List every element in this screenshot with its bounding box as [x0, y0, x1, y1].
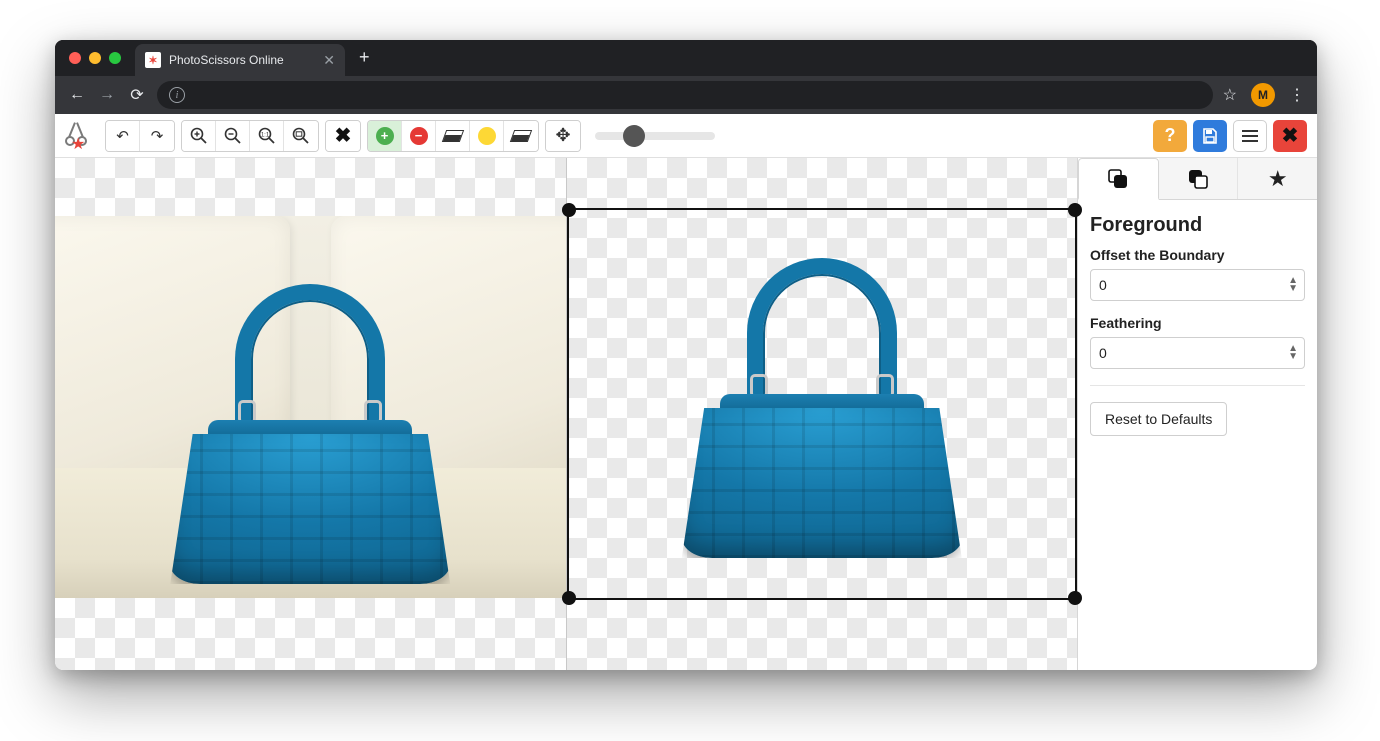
properties-tabs: ★ [1078, 158, 1317, 200]
browser-tab[interactable]: ✶ PhotoScissors Online ✕ [135, 44, 345, 76]
cutout-handbag [682, 258, 962, 558]
offset-value: 0 [1099, 277, 1107, 293]
browser-menu-icon[interactable]: ⋮ [1289, 85, 1305, 105]
crop-handle-bottom-right[interactable] [1068, 591, 1082, 605]
mark-foreground-button[interactable] [368, 121, 402, 151]
eraser-alt-button[interactable] [504, 121, 538, 151]
crop-handle-bottom-left[interactable] [562, 591, 576, 605]
panel-title: Foreground [1090, 214, 1305, 237]
workspace: ★ Foreground Offset the Boundary 0 ▲▼ Fe… [55, 158, 1317, 670]
address-bar[interactable]: i [157, 81, 1213, 109]
eraser-icon [443, 131, 463, 141]
app-logo-icon: ★ [65, 122, 93, 150]
mark-background-button[interactable] [402, 121, 436, 151]
effects-tab-icon: ★ [1268, 166, 1288, 192]
foreground-tab-icon [1106, 168, 1130, 190]
bookmark-icon[interactable]: ☆ [1223, 85, 1237, 105]
crop-handle-top-left[interactable] [562, 203, 576, 217]
window-close-icon[interactable] [69, 52, 81, 64]
reset-defaults-button[interactable]: Reset to Defaults [1090, 402, 1227, 436]
select-caret-icon: ▲▼ [1288, 277, 1296, 293]
move-tool-button[interactable]: ✥ [546, 121, 580, 151]
feathering-label: Feathering [1090, 315, 1305, 331]
reset-label: Reset to Defaults [1105, 411, 1212, 427]
offset-select[interactable]: 0 ▲▼ [1090, 269, 1305, 301]
redo-button[interactable]: ↷ [140, 121, 174, 151]
clear-group: ✖ [325, 120, 361, 152]
move-group: ✥ [545, 120, 581, 152]
zoom-out-button[interactable] [216, 121, 250, 151]
help-button[interactable]: ? [1153, 120, 1187, 152]
app-root: ★ ↶ ↷ 1:1 ✖ [55, 114, 1317, 670]
nav-forward-icon[interactable]: → [97, 86, 117, 104]
crop-rectangle[interactable] [567, 208, 1078, 600]
svg-text:1:1: 1:1 [260, 132, 269, 138]
eraser-button[interactable] [436, 121, 470, 151]
browser-window: ✶ PhotoScissors Online ✕ + ← → ⟳ i ☆ M ⋮ [55, 40, 1317, 670]
zoom-fit-button[interactable] [284, 121, 318, 151]
new-tab-button[interactable]: + [345, 47, 384, 76]
clear-marks-button[interactable]: ✖ [326, 121, 360, 151]
browser-titlebar: ✶ PhotoScissors Online ✕ + [55, 40, 1317, 76]
result-canvas[interactable] [566, 158, 1078, 670]
feathering-value: 0 [1099, 345, 1107, 361]
save-icon [1201, 127, 1219, 145]
offset-label: Offset the Boundary [1090, 247, 1305, 263]
nav-back-icon[interactable]: ← [67, 86, 87, 104]
subject-handbag [170, 284, 450, 584]
site-info-icon[interactable]: i [169, 87, 185, 103]
zoom-in-button[interactable] [182, 121, 216, 151]
eraser-icon [511, 131, 531, 141]
tab-background[interactable] [1159, 158, 1239, 199]
window-controls [59, 52, 131, 76]
tab-favicon-icon: ✶ [145, 52, 161, 68]
close-icon: ✖ [1282, 123, 1299, 148]
marker-group [367, 120, 539, 152]
original-image [55, 216, 566, 598]
app-menu-button[interactable] [1233, 120, 1267, 152]
app-toolbar: ★ ↶ ↷ 1:1 ✖ [55, 114, 1317, 158]
crop-handle-top-right[interactable] [1068, 203, 1082, 217]
app-close-button[interactable]: ✖ [1273, 120, 1307, 152]
browser-toolbar: ← → ⟳ i ☆ M ⋮ [55, 76, 1317, 114]
window-minimize-icon[interactable] [89, 52, 101, 64]
slider-thumb[interactable] [623, 125, 645, 147]
properties-panel: ★ Foreground Offset the Boundary 0 ▲▼ Fe… [1077, 158, 1317, 670]
nav-reload-icon[interactable]: ⟳ [127, 85, 147, 105]
select-caret-icon: ▲▼ [1288, 345, 1296, 361]
panel-divider [1090, 385, 1305, 386]
zoom-group: 1:1 [181, 120, 319, 152]
zoom-actual-button[interactable]: 1:1 [250, 121, 284, 151]
brush-size-slider[interactable] [595, 132, 715, 140]
profile-avatar[interactable]: M [1251, 83, 1275, 107]
tab-effects[interactable]: ★ [1238, 158, 1317, 199]
save-button[interactable] [1193, 120, 1227, 152]
tab-close-icon[interactable]: ✕ [323, 53, 335, 67]
undo-button[interactable]: ↶ [106, 121, 140, 151]
tab-title: PhotoScissors Online [169, 53, 284, 67]
menu-icon [1241, 129, 1259, 143]
feathering-select[interactable]: 0 ▲▼ [1090, 337, 1305, 369]
background-tab-icon [1186, 168, 1210, 190]
mark-highlight-button[interactable] [470, 121, 504, 151]
window-zoom-icon[interactable] [109, 52, 121, 64]
tab-foreground[interactable] [1078, 158, 1159, 200]
original-canvas[interactable] [55, 158, 566, 670]
history-group: ↶ ↷ [105, 120, 175, 152]
